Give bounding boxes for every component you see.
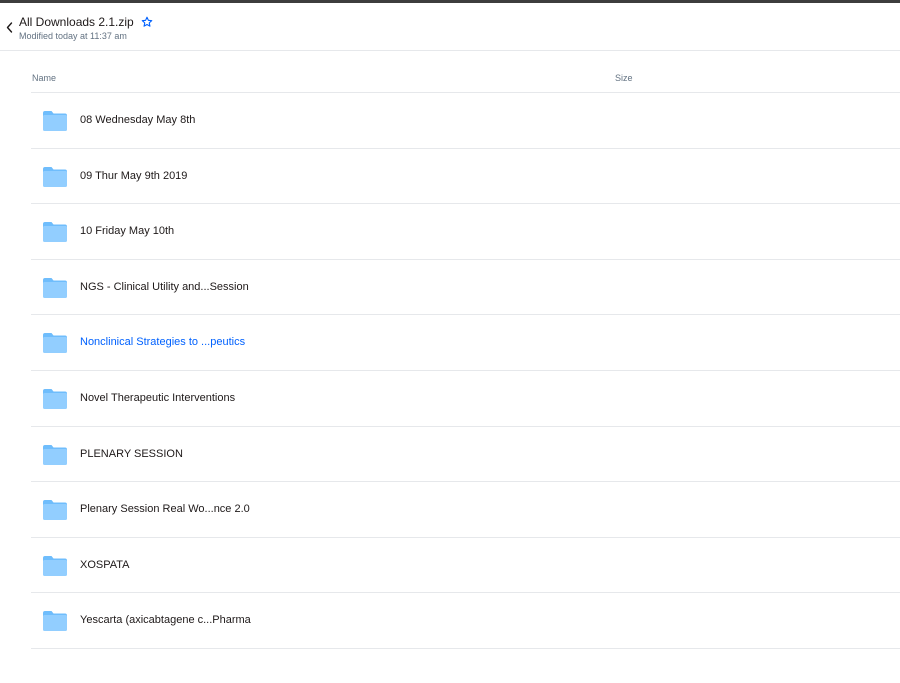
folder-icon: [43, 277, 67, 298]
item-name[interactable]: NGS - Clinical Utility and...Session: [80, 281, 249, 293]
folder-icon: [43, 111, 67, 131]
list-item[interactable]: Nonclinical Strategies to ...peutics: [31, 315, 900, 371]
list-item[interactable]: Plenary Session Real Wo...nce 2.0: [31, 482, 900, 538]
folder-icon: [43, 555, 67, 576]
column-header-name[interactable]: Name: [32, 73, 56, 83]
list-item[interactable]: 09 Thur May 9th 2019: [31, 149, 900, 205]
modified-timestamp: Modified today at 11:37 am: [19, 31, 127, 41]
item-name[interactable]: XOSPATA: [80, 559, 130, 571]
list-item[interactable]: Yescarta (axicabtagene c...Pharma: [31, 593, 900, 649]
list-item[interactable]: Novel Therapeutic Interventions: [31, 371, 900, 427]
item-name[interactable]: Novel Therapeutic Interventions: [80, 392, 235, 404]
star-button[interactable]: [141, 16, 153, 28]
folder-icon: [43, 444, 67, 465]
list-item[interactable]: PLENARY SESSION: [31, 427, 900, 483]
list-item[interactable]: 08 Wednesday May 8th: [31, 93, 900, 149]
item-name[interactable]: Plenary Session Real Wo...nce 2.0: [80, 503, 250, 515]
folder-icon: [43, 611, 67, 632]
item-name[interactable]: 10 Friday May 10th: [80, 225, 174, 237]
chevron-left-icon: [6, 21, 12, 33]
star-outline-icon: [141, 16, 153, 27]
item-name[interactable]: 09 Thur May 9th 2019: [80, 170, 187, 182]
folder-icon: [43, 333, 67, 354]
list-item[interactable]: 10 Friday May 10th: [31, 204, 900, 260]
back-button[interactable]: [3, 20, 15, 34]
title-row: All Downloads 2.1.zip: [19, 15, 153, 29]
list-item[interactable]: XOSPATA: [31, 538, 900, 594]
item-name[interactable]: PLENARY SESSION: [80, 448, 183, 460]
folder-icon: [43, 388, 67, 409]
item-name[interactable]: Nonclinical Strategies to ...peutics: [80, 336, 245, 348]
item-name[interactable]: 08 Wednesday May 8th: [80, 114, 195, 126]
file-list: 08 Wednesday May 8th 09 Thur May 9th 2019…: [31, 93, 900, 649]
file-title: All Downloads 2.1.zip: [19, 15, 134, 29]
list-item[interactable]: NGS - Clinical Utility and...Session: [31, 260, 900, 316]
item-name[interactable]: Yescarta (axicabtagene c...Pharma: [80, 614, 251, 626]
folder-icon: [43, 222, 67, 243]
column-header-size[interactable]: Size: [615, 73, 633, 83]
folder-icon: [43, 166, 67, 187]
list-header: Name Size: [31, 51, 900, 93]
folder-icon: [43, 500, 67, 521]
file-header: All Downloads 2.1.zip Modified today at …: [0, 3, 900, 51]
